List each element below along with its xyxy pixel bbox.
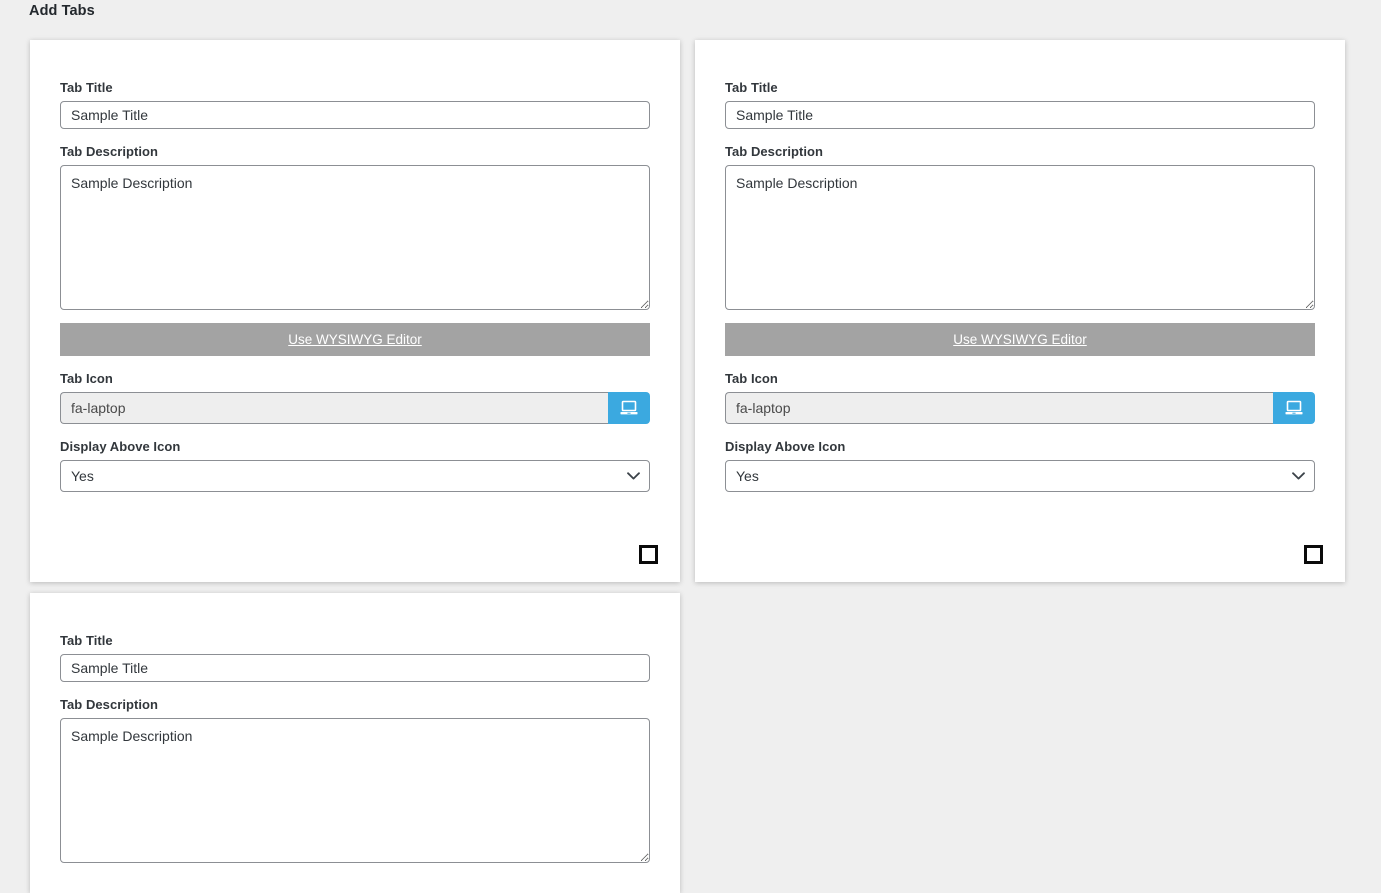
tab-card: Tab Title Tab Description Sample Descrip… bbox=[30, 40, 680, 582]
tab-icon-input[interactable] bbox=[725, 392, 1273, 424]
laptop-icon bbox=[1285, 400, 1303, 416]
delete-square-icon[interactable] bbox=[639, 545, 658, 564]
tab-icon-label: Tab Icon bbox=[60, 371, 113, 386]
icon-picker-button[interactable] bbox=[1273, 392, 1315, 424]
tab-icon-label: Tab Icon bbox=[725, 371, 778, 386]
display-above-icon-select-wrap: YesNo bbox=[60, 460, 650, 492]
tab-card: Tab Title Tab Description Sample Descrip… bbox=[30, 593, 680, 893]
tab-icon-input[interactable] bbox=[60, 392, 608, 424]
tab-card-body: Tab Title Tab Description Sample Descrip… bbox=[30, 40, 680, 582]
tab-description-textarea[interactable]: Sample Description bbox=[60, 718, 650, 863]
tab-card-body: Tab Title Tab Description Sample Descrip… bbox=[695, 40, 1345, 582]
tab-title-input[interactable] bbox=[725, 101, 1315, 129]
tab-description-label: Tab Description bbox=[60, 144, 159, 159]
display-above-icon-select-wrap: YesNo bbox=[725, 460, 1315, 492]
tab-description-textarea[interactable]: Sample Description bbox=[725, 165, 1315, 310]
tab-description-label: Tab Description bbox=[725, 144, 824, 159]
tab-title-label: Tab Title bbox=[60, 80, 113, 95]
page-title: Add Tabs bbox=[29, 3, 95, 19]
use-wysiwyg-editor-button[interactable]: Use WYSIWYG Editor bbox=[60, 323, 650, 356]
tab-description-textarea[interactable]: Sample Description bbox=[60, 165, 650, 310]
tab-card: Tab Title Tab Description Sample Descrip… bbox=[695, 40, 1345, 582]
tab-icon-input-group bbox=[725, 392, 1315, 424]
tab-title-input[interactable] bbox=[60, 101, 650, 129]
tab-title-label: Tab Title bbox=[60, 633, 113, 648]
icon-picker-button[interactable] bbox=[608, 392, 650, 424]
display-above-icon-select[interactable]: YesNo bbox=[725, 460, 1315, 492]
laptop-icon bbox=[620, 400, 638, 416]
delete-square-icon[interactable] bbox=[1304, 545, 1323, 564]
display-above-icon-select[interactable]: YesNo bbox=[60, 460, 650, 492]
tab-title-input[interactable] bbox=[60, 654, 650, 682]
tab-icon-input-group bbox=[60, 392, 650, 424]
tab-cards-container: Tab Title Tab Description Sample Descrip… bbox=[0, 40, 1381, 893]
tab-card-body: Tab Title Tab Description Sample Descrip… bbox=[30, 593, 680, 893]
display-above-icon-label: Display Above Icon bbox=[60, 439, 181, 454]
display-above-icon-label: Display Above Icon bbox=[725, 439, 846, 454]
use-wysiwyg-editor-button[interactable]: Use WYSIWYG Editor bbox=[725, 323, 1315, 356]
tab-title-label: Tab Title bbox=[725, 80, 778, 95]
tab-description-label: Tab Description bbox=[60, 697, 159, 712]
